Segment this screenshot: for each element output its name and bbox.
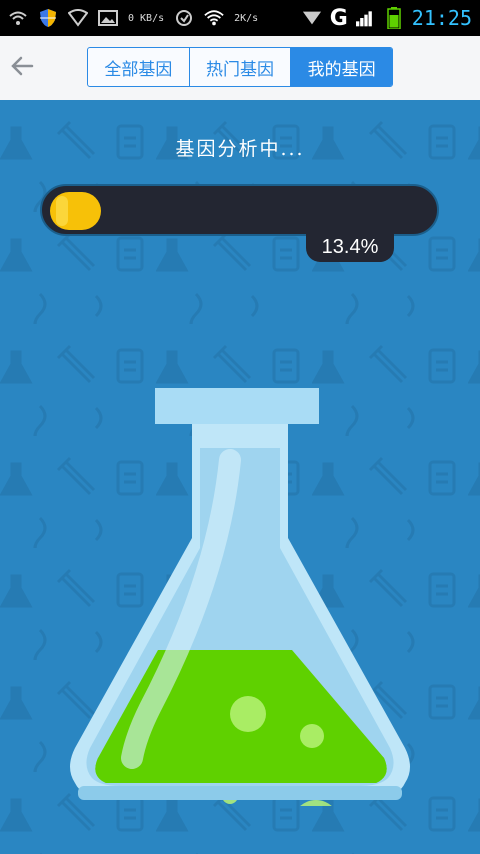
image-icon	[98, 8, 118, 28]
status-bar-right: G 21:25	[302, 6, 472, 31]
shield-icon	[38, 8, 58, 28]
progress-bar	[40, 184, 439, 236]
tab-my-genes[interactable]: 我的基因	[291, 48, 392, 86]
tab-popular-genes[interactable]: 热门基因	[190, 48, 292, 86]
speed-down-text: 2K/s	[234, 12, 259, 24]
back-button[interactable]	[8, 52, 36, 84]
analysis-screen: 基因分析中... 13.4%	[0, 100, 480, 854]
segmented-tabs: 全部基因 热门基因 我的基因	[87, 47, 393, 87]
flask-illustration	[70, 388, 410, 806]
tab-all-genes[interactable]: 全部基因	[88, 48, 190, 86]
clock: 21:25	[411, 6, 472, 30]
network-speed: 0 KB/s	[128, 13, 164, 24]
network-speed-down: 2K/s	[234, 13, 258, 24]
arrow-left-icon	[10, 56, 34, 80]
status-bar: 0 KB/s 2K/s G 21:25	[0, 0, 480, 36]
wifi-icon	[68, 8, 88, 28]
progress-bar-fill	[50, 192, 101, 230]
network-icon	[174, 8, 194, 28]
network-type: G	[329, 5, 348, 31]
signal-icon	[302, 8, 322, 28]
analysis-status-title: 基因分析中...	[175, 138, 305, 160]
wifi-icon	[8, 8, 28, 28]
battery-icon	[384, 7, 404, 29]
signal-bars-icon	[355, 8, 376, 28]
wifi-icon	[204, 8, 224, 28]
speed-up-text: 0 KB/s	[128, 12, 165, 24]
app-bar: 全部基因 热门基因 我的基因	[0, 36, 480, 100]
progress-percent-label: 13.4%	[306, 232, 394, 262]
